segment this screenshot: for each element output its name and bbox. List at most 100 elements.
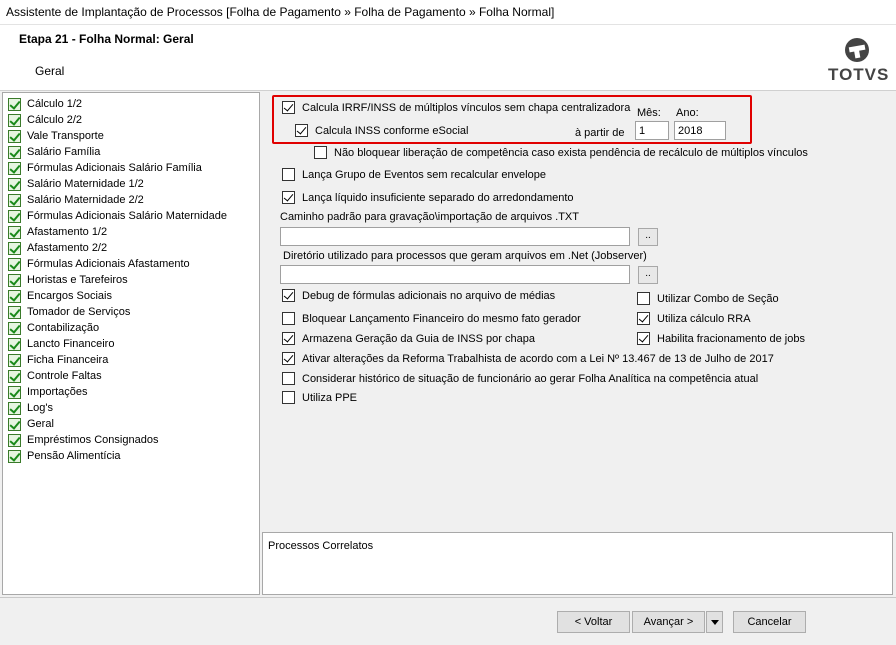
checkmark-icon — [8, 257, 21, 271]
diretorio-browse-button[interactable]: .. — [638, 266, 658, 284]
a-partir-de-label: à partir de — [575, 127, 625, 139]
sidebar-item[interactable]: Cálculo 1/2 — [8, 96, 82, 112]
wizard-header: Etapa 21 - Folha Normal: Geral Geral TOT… — [0, 24, 896, 91]
step-title: Etapa 21 - Folha Normal: Geral — [19, 32, 194, 46]
sidebar-item-label: Ficha Financeira — [27, 354, 109, 366]
sidebar-item[interactable]: Salário Maternidade 2/2 — [8, 192, 144, 208]
combo-secao-label: Utilizar Combo de Seção — [657, 292, 779, 305]
caminho-browse-button[interactable]: .. — [638, 228, 658, 246]
footer-divider — [0, 597, 896, 598]
lanca-liquido-checkbox[interactable] — [282, 191, 295, 204]
checkmark-icon — [8, 241, 21, 255]
sidebar-item-label: Salário Família — [27, 146, 101, 158]
sidebar-item[interactable]: Fórmulas Adicionais Afastamento — [8, 256, 190, 272]
inss-esocial-checkbox[interactable] — [295, 124, 308, 137]
sidebar-item[interactable]: Encargos Sociais — [8, 288, 112, 304]
sidebar-item[interactable]: Fórmulas Adicionais Salário Família — [8, 160, 202, 176]
option-combo-secao[interactable]: Utilizar Combo de Seção — [637, 292, 779, 305]
checkmark-icon — [8, 353, 21, 367]
caminho-input[interactable] — [280, 227, 630, 246]
sidebar-item[interactable]: Log's — [8, 400, 53, 416]
mes-input[interactable] — [635, 121, 669, 140]
sidebar-item-label: Afastamento 2/2 — [27, 242, 108, 254]
sidebar-item[interactable]: Salário Família — [8, 144, 100, 160]
reforma-label: Ativar alterações da Reforma Trabalhista… — [302, 352, 774, 365]
cancel-button[interactable]: Cancelar — [733, 611, 806, 633]
ppe-checkbox[interactable] — [282, 391, 295, 404]
option-calculo-rra[interactable]: Utiliza cálculo RRA — [637, 312, 751, 325]
checkmark-icon — [8, 369, 21, 383]
checkmark-icon — [8, 321, 21, 335]
sidebar-item-label: Log's — [27, 402, 53, 414]
step-subtitle: Geral — [35, 64, 65, 78]
sidebar-item[interactable]: Contabilização — [8, 320, 99, 336]
armazena-checkbox[interactable] — [282, 332, 295, 345]
sidebar-item-label: Fórmulas Adicionais Salário Maternidade — [27, 210, 227, 222]
armazena-label: Armazena Geração da Guia de INSS por cha… — [302, 332, 535, 345]
sidebar-item[interactable]: Horistas e Tarefeiros — [8, 272, 128, 288]
fracionamento-checkbox[interactable] — [637, 332, 650, 345]
sidebar-item[interactable]: Afastamento 2/2 — [8, 240, 107, 256]
option-lanca-grupo[interactable]: Lança Grupo de Eventos sem recalcular en… — [282, 168, 546, 181]
diretorio-input[interactable] — [280, 265, 630, 284]
checkmark-icon — [8, 225, 21, 239]
checkmark-icon — [8, 401, 21, 415]
sidebar-item[interactable]: Fórmulas Adicionais Salário Maternidade — [8, 208, 227, 224]
debug-checkbox[interactable] — [282, 289, 295, 302]
option-reforma[interactable]: Ativar alterações da Reforma Trabalhista… — [282, 352, 774, 365]
nao-bloquear-checkbox[interactable] — [314, 146, 327, 159]
checkmark-icon — [8, 193, 21, 207]
sidebar-item[interactable]: Cálculo 2/2 — [8, 112, 82, 128]
sidebar-item[interactable]: Pensão Alimentícia — [8, 448, 121, 464]
sidebar-item[interactable]: Salário Maternidade 1/2 — [8, 176, 144, 192]
sidebar-item[interactable]: Importações — [8, 384, 88, 400]
window-title: Assistente de Implantação de Processos [… — [0, 0, 896, 24]
ano-input[interactable] — [674, 121, 726, 140]
lanca-grupo-checkbox[interactable] — [282, 168, 295, 181]
option-historico[interactable]: Considerar histórico de situação de func… — [282, 372, 758, 385]
sidebar-item[interactable]: Tomador de Serviços — [8, 304, 130, 320]
totvs-logo: TOTVS — [828, 35, 888, 85]
sidebar-item-label: Horistas e Tarefeiros — [27, 274, 128, 286]
option-inss-esocial[interactable]: Calcula INSS conforme eSocial — [295, 124, 468, 137]
sidebar-item-label: Cálculo 2/2 — [27, 114, 83, 126]
checkmark-icon — [8, 417, 21, 431]
next-button[interactable]: Avançar > — [632, 611, 705, 633]
next-dropdown-button[interactable] — [706, 611, 723, 633]
irrf-inss-checkbox[interactable] — [282, 101, 295, 114]
caminho-label: Caminho padrão para gravação\importação … — [280, 211, 579, 223]
checkmark-icon — [8, 177, 21, 191]
option-nao-bloquear[interactable]: Não bloquear liberação de competência ca… — [314, 146, 808, 159]
option-debug[interactable]: Debug de fórmulas adicionais no arquivo … — [282, 289, 555, 302]
historico-checkbox[interactable] — [282, 372, 295, 385]
sidebar-item[interactable]: Vale Transporte — [8, 128, 104, 144]
sidebar-item[interactable]: Empréstimos Consignados — [8, 432, 158, 448]
option-fracionamento[interactable]: Habilita fracionamento de jobs — [637, 332, 805, 345]
calculo-rra-checkbox[interactable] — [637, 312, 650, 325]
checkmark-icon — [8, 433, 21, 447]
sidebar-item-label: Encargos Sociais — [27, 290, 112, 302]
option-irrf-inss[interactable]: Calcula IRRF/INSS de múltiplos vínculos … — [282, 101, 630, 114]
option-bloquear-lanc[interactable]: Bloquear Lançamento Financeiro do mesmo … — [282, 312, 581, 325]
sidebar-item[interactable]: Lancto Financeiro — [8, 336, 114, 352]
option-lanca-liquido[interactable]: Lança líquido insuficiente separado do a… — [282, 191, 574, 204]
calculo-rra-label: Utiliza cálculo RRA — [657, 312, 751, 325]
sidebar-item[interactable]: Afastamento 1/2 — [8, 224, 107, 240]
sidebar-item[interactable]: Geral — [8, 416, 54, 432]
back-button[interactable]: < Voltar — [557, 611, 630, 633]
bloquear-lanc-checkbox[interactable] — [282, 312, 295, 325]
combo-secao-checkbox[interactable] — [637, 292, 650, 305]
reforma-checkbox[interactable] — [282, 352, 295, 365]
checkmark-icon — [8, 449, 21, 463]
debug-label: Debug de fórmulas adicionais no arquivo … — [302, 289, 556, 302]
checkmark-icon — [8, 289, 21, 303]
logo-text: TOTVS — [828, 65, 890, 84]
option-armazena[interactable]: Armazena Geração da Guia de INSS por cha… — [282, 332, 535, 345]
sidebar-item[interactable]: Ficha Financeira — [8, 352, 108, 368]
ano-label: Ano: — [676, 107, 699, 119]
option-ppe[interactable]: Utiliza PPE — [282, 391, 357, 404]
step-list[interactable]: Cálculo 1/2 Cálculo 2/2 Vale Transporte Sal… — [2, 92, 260, 595]
sidebar-item[interactable]: Controle Faltas — [8, 368, 102, 384]
bloquear-lanc-label: Bloquear Lançamento Financeiro do mesmo … — [302, 312, 581, 325]
checkmark-icon — [8, 113, 21, 127]
